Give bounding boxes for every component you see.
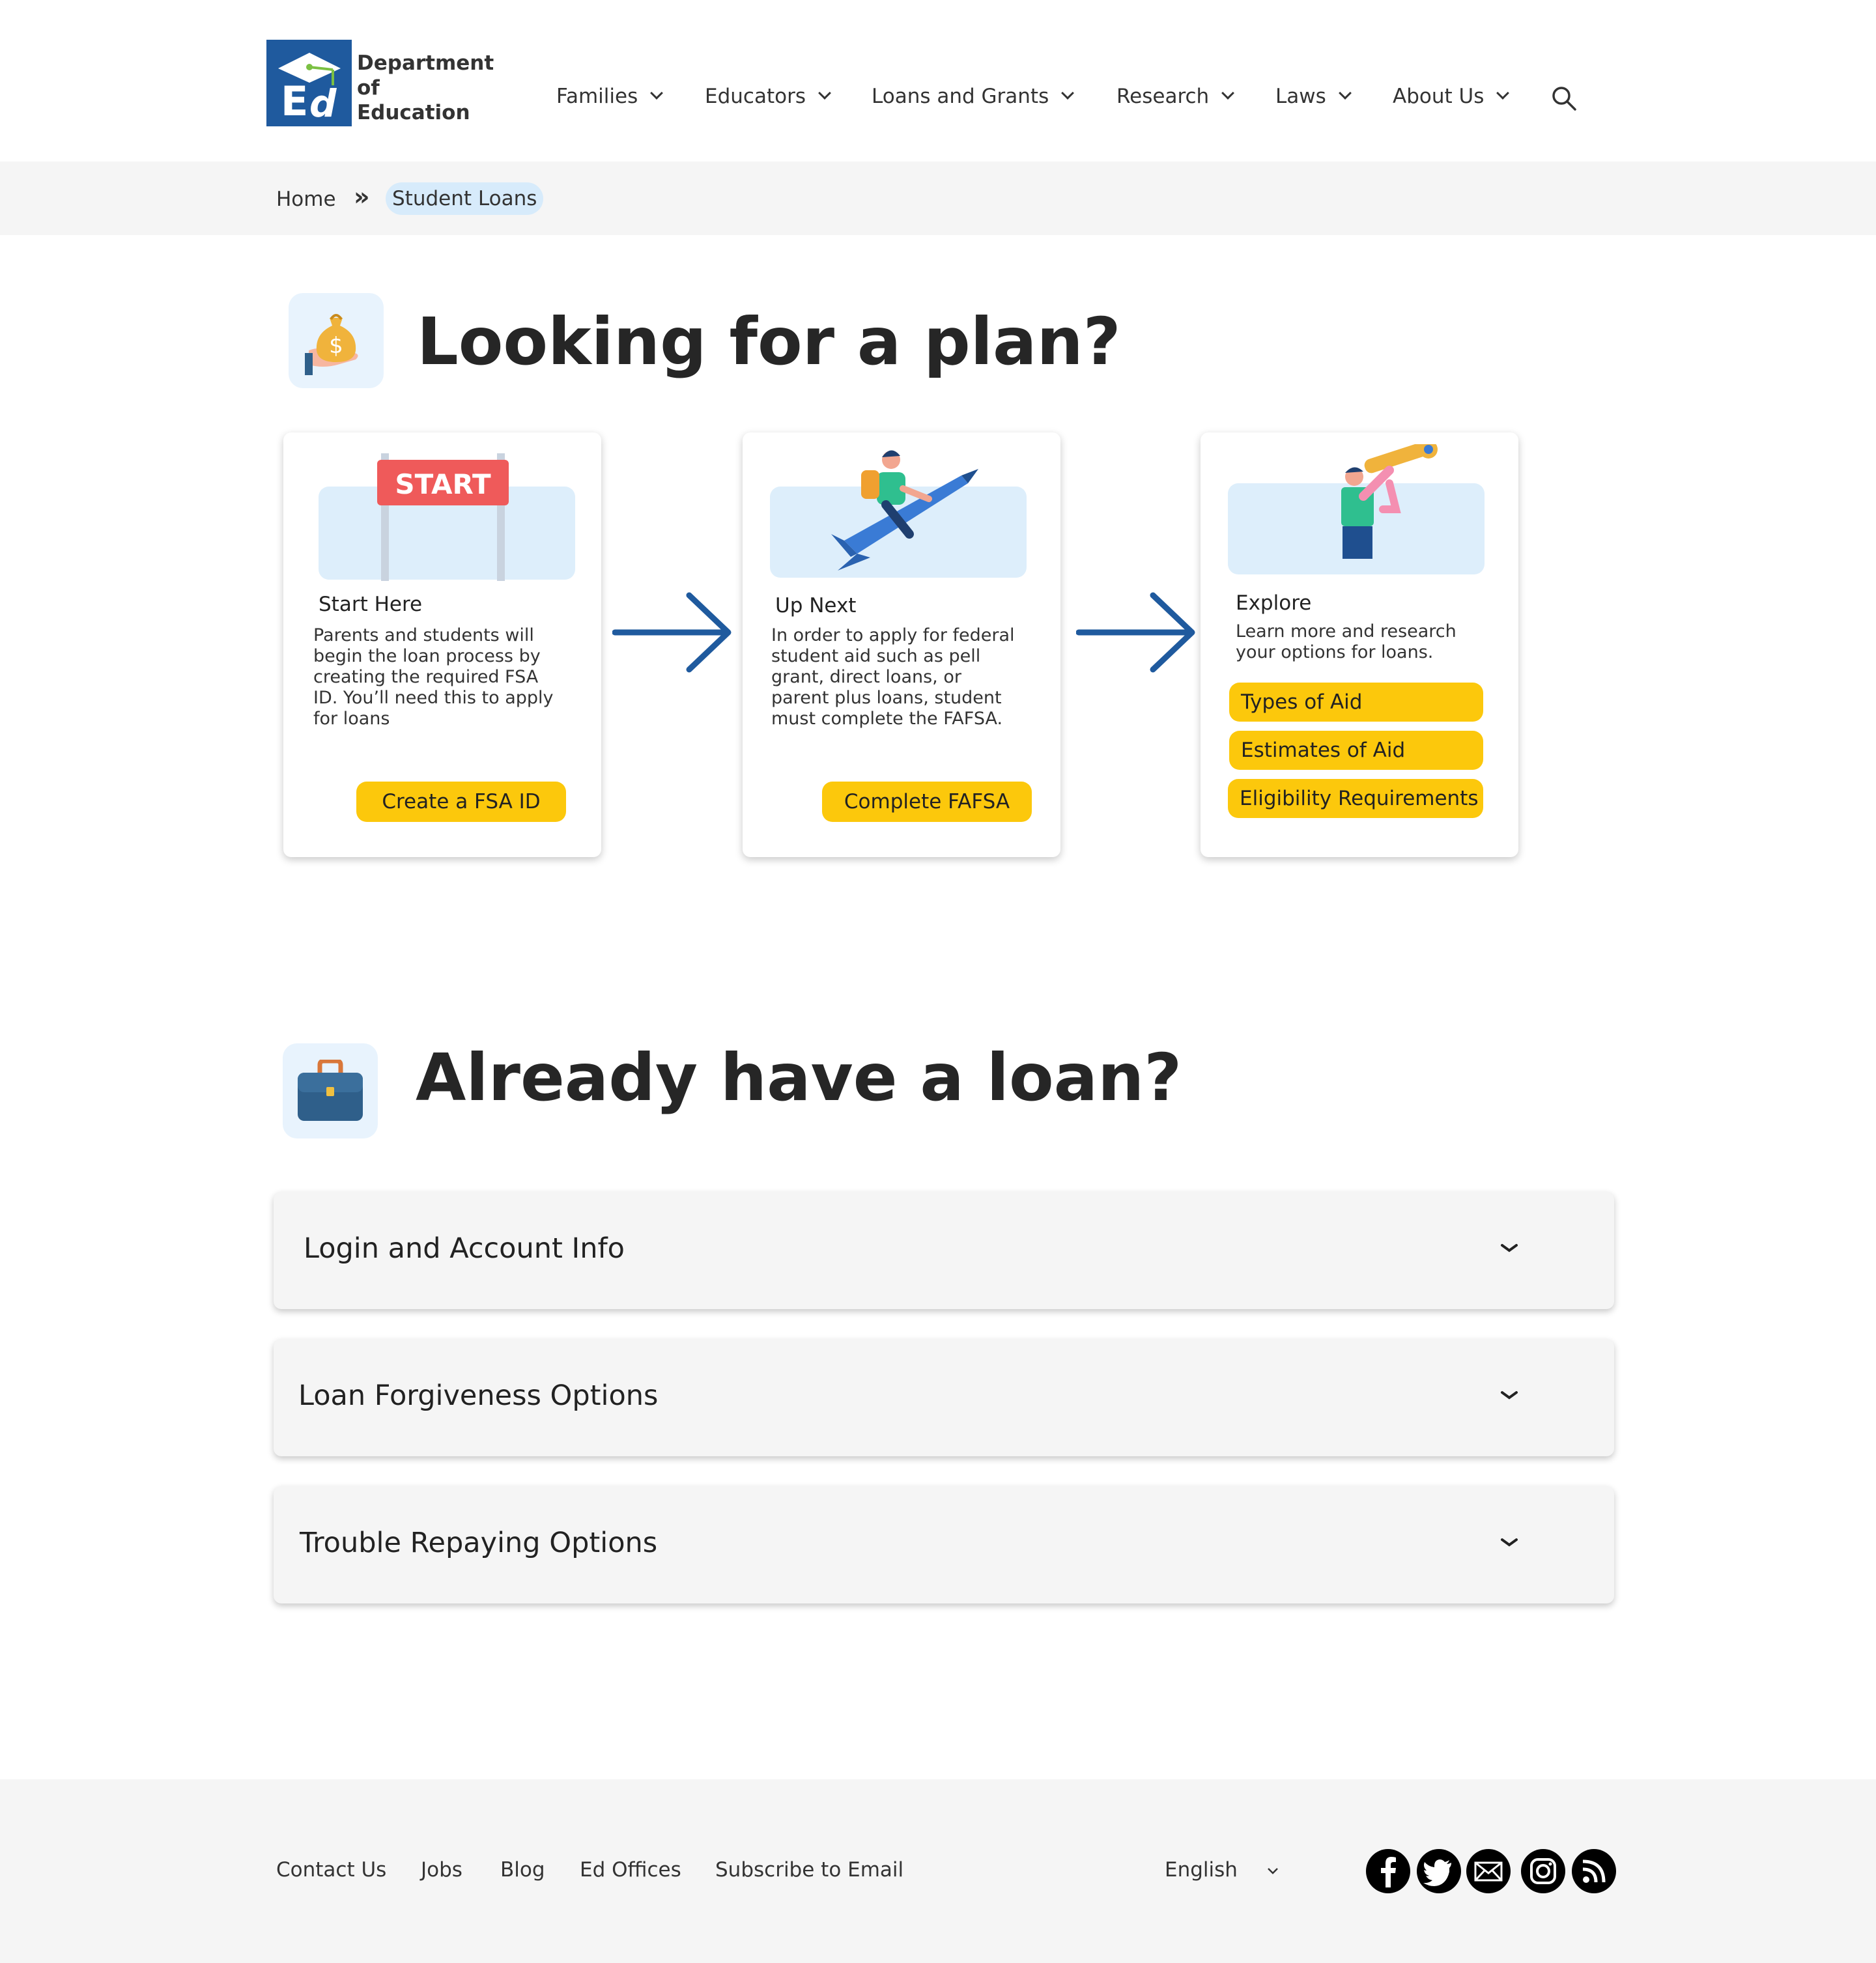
rss-icon <box>1572 1849 1616 1893</box>
search-icon <box>1552 87 1576 111</box>
svg-text:E: E <box>281 78 308 125</box>
up-next-card: Up Next In order to apply for federal st… <box>743 432 1060 857</box>
chevron-down-icon <box>1268 1868 1278 1874</box>
chevron-down-icon <box>818 87 831 100</box>
breadcrumb-separator-icon: » <box>354 182 370 211</box>
chevron-down-icon <box>1061 87 1075 100</box>
breadcrumb-home-link[interactable]: Home <box>276 188 336 211</box>
card-body-line: begin the loan process by <box>313 646 541 666</box>
card-body-line: student aid such as pell <box>771 646 981 666</box>
card-body-line: grant, direct loans, or <box>771 667 961 687</box>
card-body-line: Parents and students will <box>313 625 534 645</box>
nav-label: Educators <box>705 85 806 108</box>
footer-link-jobs[interactable]: Jobs <box>421 1858 462 1882</box>
nav-laws[interactable]: Laws <box>1275 83 1352 109</box>
accordion-loan-forgiveness[interactable]: Loan Forgiveness Options <box>274 1339 1614 1456</box>
nav-educators[interactable]: Educators <box>705 83 831 109</box>
card-body: Learn more and research your options for… <box>1236 621 1457 663</box>
footer-link-blog[interactable]: Blog <box>500 1858 545 1882</box>
facebook-icon <box>1366 1849 1410 1893</box>
nav-families[interactable]: Families <box>556 83 664 109</box>
card-body-line: your options for loans. <box>1236 642 1434 662</box>
card-body-line: Learn more and research <box>1236 621 1457 642</box>
svg-text:d: d <box>309 81 337 126</box>
logo-text-line: of <box>357 76 380 100</box>
nav-loans-and-grants[interactable]: Loans and Grants <box>872 83 1075 109</box>
create-fsa-id-button[interactable]: Create a FSA ID <box>356 782 566 822</box>
card-body-line: ID. You’ll need this to apply <box>313 688 554 708</box>
plan-section-title: Looking for a plan? <box>417 304 1121 380</box>
search-button[interactable] <box>1551 85 1577 111</box>
chevron-down-icon <box>1221 87 1235 100</box>
chevron-down-icon <box>1501 1538 1518 1547</box>
logo-text-line: Department <box>357 51 494 75</box>
logo-text-line: Education <box>357 101 470 124</box>
card-body-line: must complete the FAFSA. <box>771 709 1003 729</box>
chevron-down-icon <box>650 87 664 100</box>
chevron-down-icon <box>1501 1244 1518 1252</box>
card-title: Up Next <box>775 594 857 617</box>
twitter-icon <box>1417 1849 1461 1893</box>
nav-label: Research <box>1116 85 1210 108</box>
card-body: Parents and students will begin the loan… <box>313 625 554 729</box>
card-title: Explore <box>1236 591 1312 615</box>
language-selector[interactable]: English <box>1165 1858 1238 1882</box>
footer-link-subscribe[interactable]: Subscribe to Email <box>715 1858 903 1882</box>
breadcrumb-current: Student Loans <box>386 182 544 215</box>
nav-label: Loans and Grants <box>872 85 1049 108</box>
chevron-down-icon <box>1496 87 1510 100</box>
footer-link-contact-us[interactable]: Contact Us <box>276 1858 386 1882</box>
instagram-icon <box>1521 1849 1565 1893</box>
chevron-down-icon <box>1501 1391 1518 1400</box>
nav-label: About Us <box>1393 85 1485 108</box>
nav-research[interactable]: Research <box>1116 83 1235 109</box>
accordion-label: Trouble Repaying Options <box>300 1527 658 1559</box>
twitter-link[interactable] <box>1416 1848 1462 1894</box>
nav-label: Laws <box>1275 85 1326 108</box>
accordion-label: Loan Forgiveness Options <box>298 1379 659 1412</box>
complete-fafsa-button[interactable]: Complete FAFSA <box>822 782 1032 822</box>
footer-link-ed-offices[interactable]: Ed Offices <box>580 1858 681 1882</box>
accordion-trouble-repaying[interactable]: Trouble Repaying Options <box>274 1486 1614 1603</box>
email-link[interactable] <box>1466 1848 1511 1894</box>
accordion-login-account-info[interactable]: Login and Account Info <box>274 1192 1614 1309</box>
nav-label: Families <box>556 85 638 108</box>
instagram-link[interactable] <box>1520 1848 1566 1894</box>
card-body-line: parent plus loans, student <box>771 688 1002 708</box>
logo-wordmark[interactable]: Department of Education <box>357 51 494 125</box>
card-body-line: creating the required FSA <box>313 667 539 687</box>
chevron-down-icon <box>1338 87 1352 100</box>
svg-text:$: $ <box>329 333 343 359</box>
money-bag-hand-icon: $ <box>289 293 384 388</box>
start-here-card: START Start Here Parents and students wi… <box>283 432 601 857</box>
explore-card: Explore Learn more and research your opt… <box>1201 432 1518 857</box>
types-of-aid-button[interactable]: Types of Aid <box>1229 683 1483 722</box>
rss-link[interactable] <box>1571 1848 1617 1894</box>
card-title: Start Here <box>319 593 423 616</box>
briefcase-icon <box>283 1043 378 1138</box>
arrow-right-icon <box>612 592 732 673</box>
ed-logo-mark-icon: E d <box>266 40 352 126</box>
accordion-label: Login and Account Info <box>304 1232 625 1265</box>
email-icon <box>1466 1849 1511 1893</box>
eligibility-requirements-button[interactable]: Eligibility Requirements <box>1228 779 1483 818</box>
arrow-right-icon <box>1076 592 1195 673</box>
card-body: In order to apply for federal student ai… <box>771 625 1015 729</box>
estimates-of-aid-button[interactable]: Estimates of Aid <box>1229 731 1483 770</box>
loan-section-title: Already have a loan? <box>416 1039 1182 1116</box>
nav-about-us[interactable]: About Us <box>1393 83 1510 109</box>
card-body-line: In order to apply for federal <box>771 625 1015 645</box>
start-banner-text: START <box>395 468 491 500</box>
facebook-link[interactable] <box>1365 1848 1411 1894</box>
student-on-pencil-icon <box>831 450 978 571</box>
start-banner-icon: START <box>377 453 509 581</box>
person-with-telescope-icon <box>1341 444 1438 559</box>
card-body-line: for loans <box>313 709 390 729</box>
ed-logo[interactable]: E d <box>266 40 352 126</box>
